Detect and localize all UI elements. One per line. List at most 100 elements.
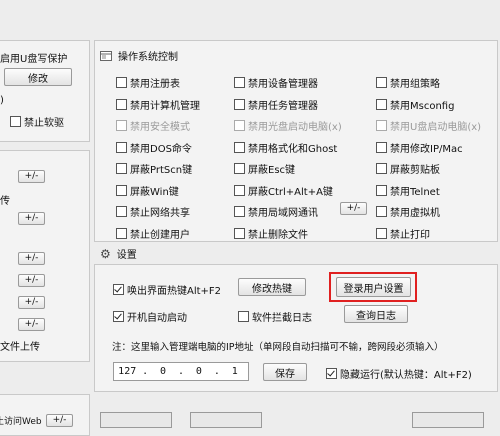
ip-octet-1: 127 bbox=[118, 366, 137, 377]
checkbox-box bbox=[376, 141, 387, 153]
lan-plus-minus-button[interactable]: +/- bbox=[340, 202, 367, 215]
checkbox-label: 屏蔽PrtScn键 bbox=[130, 165, 193, 176]
file-upload-text: 文件上传 bbox=[0, 342, 40, 353]
checkbox-label: 禁用计算机管理 bbox=[130, 100, 200, 112]
modify-button[interactable]: 修改 bbox=[4, 68, 72, 86]
ip-octet-4: 1 bbox=[231, 366, 238, 377]
left-panel-2 bbox=[0, 150, 90, 362]
checkbox-box bbox=[113, 311, 124, 322]
os-control-checkbox[interactable]: 屏蔽剪贴板 bbox=[376, 161, 440, 176]
os-control-checkbox[interactable]: 禁用局域网通讯 bbox=[234, 204, 318, 219]
checkbox-box bbox=[234, 184, 245, 196]
checkbox-label: 禁用组策略 bbox=[390, 79, 440, 90]
os-control-title-text: 操作系统控制 bbox=[118, 52, 178, 63]
ip-address-input[interactable]: 127. 0. 0. 1 bbox=[113, 362, 249, 381]
checkbox-label: 禁用局域网通讯 bbox=[248, 208, 318, 219]
checkbox-label: 禁用光盘启动电脑(x) bbox=[248, 122, 342, 133]
checkbox-box bbox=[116, 77, 127, 88]
os-control-checkbox[interactable]: 屏蔽PrtScn键 bbox=[116, 161, 192, 176]
autostart-checkbox[interactable]: 开机自动启动 bbox=[113, 309, 187, 324]
checkbox-box bbox=[234, 206, 245, 217]
plus-minus-button-2[interactable]: +/- bbox=[18, 212, 45, 225]
hotkey-checkbox[interactable]: 唤出界面热键Alt+F2 bbox=[113, 282, 221, 297]
plus-minus-button-4[interactable]: +/- bbox=[18, 274, 45, 287]
os-control-checkbox[interactable]: 屏蔽Ctrl+Alt+A键 bbox=[234, 183, 333, 198]
checkbox-box bbox=[116, 141, 127, 153]
checkbox-box bbox=[113, 284, 124, 295]
settings-title: ⚙ 设置 bbox=[100, 246, 137, 262]
bottom-button-strip-1[interactable] bbox=[100, 412, 172, 428]
checkbox-label: 开机自动启动 bbox=[127, 313, 187, 324]
checkbox-label: 禁用任务管理器 bbox=[248, 100, 318, 112]
checkbox-label: 禁止创建用户 bbox=[130, 229, 190, 241]
os-control-checkbox[interactable]: 禁用光盘启动电脑(x) bbox=[234, 118, 342, 133]
checkbox-box bbox=[116, 206, 127, 217]
checkbox-box bbox=[238, 311, 249, 322]
os-control-checkbox[interactable]: 屏蔽Esc键 bbox=[234, 161, 295, 176]
checkbox-box bbox=[376, 120, 387, 131]
checkbox-label: 软件拦截日志 bbox=[252, 313, 312, 324]
window-icon bbox=[100, 50, 112, 61]
plus-minus-button-1[interactable]: +/- bbox=[18, 170, 45, 183]
plus-minus-button-3[interactable]: +/- bbox=[18, 252, 45, 265]
checkbox-box bbox=[326, 368, 337, 379]
bottom-button-strip-3[interactable] bbox=[412, 412, 484, 428]
os-control-checkbox[interactable]: 屏蔽Win键 bbox=[116, 183, 179, 198]
query-log-button[interactable]: 查询日志 bbox=[344, 305, 408, 323]
os-control-checkbox[interactable]: 禁用DOS命令 bbox=[116, 140, 192, 155]
checkbox-label: 禁用虚拟机 bbox=[390, 208, 440, 219]
os-control-checkbox[interactable]: 禁用虚拟机 bbox=[376, 204, 440, 219]
checkbox-box bbox=[376, 163, 387, 174]
os-control-checkbox[interactable]: 禁用U盘启动电脑(x) bbox=[376, 118, 481, 133]
checkbox-label: 禁用安全模式 bbox=[130, 122, 190, 133]
checkbox-box bbox=[376, 77, 387, 88]
checkbox-label: 隐藏运行(默认热键：Alt+F2) bbox=[340, 370, 472, 381]
os-control-checkbox[interactable]: 禁用修改IP/Mac bbox=[376, 140, 463, 155]
os-control-checkbox[interactable]: 禁用设备管理器 bbox=[234, 75, 318, 90]
login-user-settings-button[interactable]: 登录用户设置 bbox=[336, 277, 411, 297]
checkbox-label: 禁止软驱 bbox=[24, 118, 64, 129]
os-control-checkbox[interactable]: 禁用安全模式 bbox=[116, 118, 190, 133]
checkbox-box bbox=[234, 163, 245, 174]
checkbox-label: 禁止删除文件 bbox=[248, 229, 308, 241]
os-control-checkbox[interactable]: 禁止打印 bbox=[376, 226, 430, 241]
os-control-checkbox[interactable]: 禁用Telnet bbox=[376, 183, 440, 198]
plus-minus-button-7[interactable]: +/- bbox=[46, 414, 73, 427]
modify-hotkey-button[interactable]: 修改热键 bbox=[238, 278, 306, 296]
checkbox-label: 禁用DOS命令 bbox=[130, 143, 192, 155]
hidden-run-checkbox[interactable]: 隐藏运行(默认热键：Alt+F2) bbox=[326, 366, 472, 381]
checkbox-label: 禁用Telnet bbox=[390, 186, 440, 198]
ip-octet-3: 0 bbox=[195, 366, 202, 377]
checkbox-box bbox=[234, 98, 245, 110]
checkbox-box bbox=[234, 120, 245, 131]
os-control-checkbox[interactable]: 禁止网络共享 bbox=[116, 204, 190, 219]
plus-minus-button-6[interactable]: +/- bbox=[18, 318, 45, 331]
os-control-checkbox[interactable]: 禁用任务管理器 bbox=[234, 97, 318, 112]
os-control-checkbox[interactable]: 禁用组策略 bbox=[376, 75, 440, 90]
checkbox-box bbox=[376, 206, 387, 217]
checkbox-label: 屏蔽Ctrl+Alt+A键 bbox=[248, 186, 333, 198]
checkbox-box bbox=[376, 98, 387, 110]
software-log-checkbox[interactable]: 软件拦截日志 bbox=[238, 309, 312, 324]
ip-octet-2: 0 bbox=[160, 366, 167, 377]
disable-floppy-checkbox[interactable]: 禁止软驱 bbox=[10, 114, 64, 129]
os-control-checkbox[interactable]: 禁止删除文件 bbox=[234, 226, 308, 241]
os-control-checkbox[interactable]: 禁用Msconfig bbox=[376, 97, 454, 112]
checkbox-label: 禁止网络共享 bbox=[130, 208, 190, 219]
usb-write-protect-label: 启用U盘写保护 bbox=[0, 54, 68, 65]
gear-icon: ⚙ bbox=[100, 246, 111, 261]
plus-minus-button-5[interactable]: +/- bbox=[18, 296, 45, 309]
checkbox-label: 禁用设备管理器 bbox=[248, 79, 318, 90]
bottom-button-strip-2[interactable] bbox=[190, 412, 262, 428]
os-control-checkbox[interactable]: 禁用注册表 bbox=[116, 75, 180, 90]
os-control-checkbox[interactable]: 禁用格式化和Ghost bbox=[234, 140, 337, 155]
checkbox-box bbox=[116, 227, 127, 239]
settings-title-text: 设置 bbox=[116, 250, 137, 261]
checkbox-label: 禁止打印 bbox=[390, 229, 430, 241]
save-button[interactable]: 保存 bbox=[263, 363, 307, 381]
checkbox-label: 唤出界面热键Alt+F2 bbox=[127, 286, 222, 297]
checkbox-box bbox=[116, 120, 127, 131]
os-control-checkbox[interactable]: 禁用计算机管理 bbox=[116, 97, 200, 112]
checkbox-label: 屏蔽Esc键 bbox=[248, 165, 296, 176]
os-control-checkbox[interactable]: 禁止创建用户 bbox=[116, 226, 190, 241]
